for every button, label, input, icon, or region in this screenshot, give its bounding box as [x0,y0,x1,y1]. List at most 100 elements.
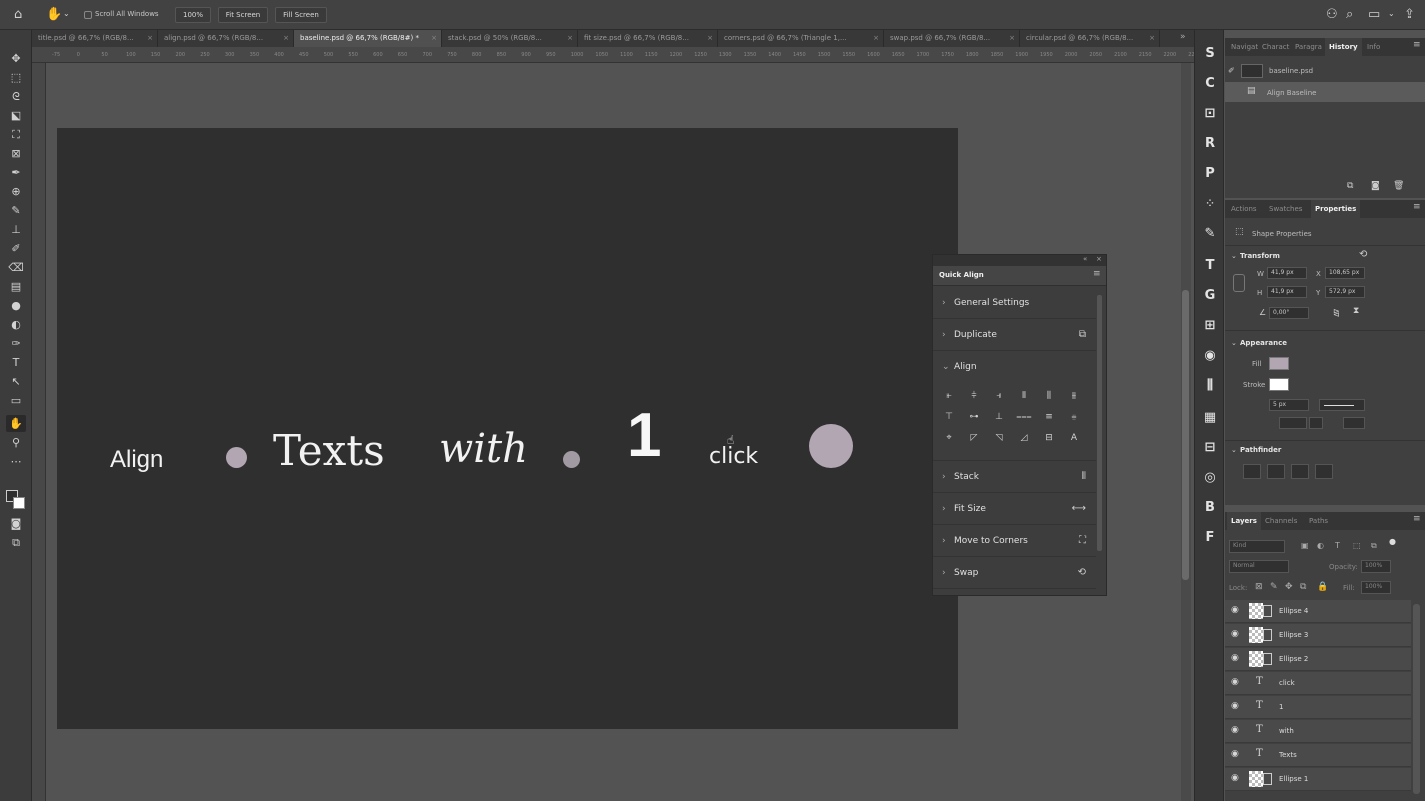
gradient-tool-icon[interactable]: ▤ [6,278,26,295]
layer-name[interactable]: Ellipse 2 [1279,655,1308,663]
align-middle-v-icon[interactable]: ⊶ [966,410,982,424]
eraser-tool-icon[interactable]: ⌫ [6,259,26,276]
tab-swatches[interactable]: Swatches [1269,200,1302,218]
panel-scrollbar[interactable] [1097,295,1102,551]
eye-icon[interactable]: ◉ [1231,653,1239,663]
tab-align[interactable]: align.psd @ 66,7% (RGB/8... × [158,30,294,47]
close-icon[interactable]: × [283,30,289,47]
extension-b-icon[interactable]: B [1200,498,1220,518]
eye-icon[interactable]: ◉ [1231,677,1239,687]
pathfinder-intersect-button[interactable] [1291,464,1309,479]
layer-name[interactable]: Texts [1279,751,1297,759]
zoom-tool-icon[interactable]: ⚲ [6,434,26,451]
opacity-field[interactable]: 100% [1361,560,1391,573]
tab-swap[interactable]: swap.psd @ 66,7% (RGB/8... × [884,30,1020,47]
close-icon[interactable]: × [707,30,713,47]
layer-row[interactable]: ◉ T 1 [1225,696,1411,719]
move-tool-icon[interactable]: ✥ [6,50,26,67]
close-icon[interactable]: × [873,30,879,47]
section-swap[interactable]: › Swap ⟲ [933,557,1096,589]
extension-toggle-icon[interactable]: ◉ [1200,346,1220,366]
corners-icon[interactable]: ⛶ [1079,525,1086,557]
chevron-down-icon[interactable]: ⌄ [1231,252,1237,260]
link-dimensions-icon[interactable] [1233,274,1245,292]
eyedropper-tool-icon[interactable]: ✒ [6,164,26,181]
ellipse-1[interactable] [226,447,247,468]
pathfinder-exclude-button[interactable] [1315,464,1333,479]
canvas-text-with[interactable]: with [439,426,528,472]
chevron-down-icon[interactable]: ⌄ [63,10,70,18]
blur-tool-icon[interactable]: ● [6,297,26,314]
reset-transform-icon[interactable]: ⟲ [1359,249,1367,260]
stamp-tool-icon[interactable]: ⊥ [6,221,26,238]
tab-paths[interactable]: Paths [1309,512,1328,530]
tab-actions[interactable]: Actions [1231,200,1257,218]
tab-navigator[interactable]: Navigat [1231,38,1258,56]
y-field[interactable]: 572,9 px [1325,286,1365,298]
filter-pixel-icon[interactable]: ▣ [1301,541,1309,550]
extension-g-icon[interactable]: G [1200,286,1220,306]
tab-history[interactable]: History [1325,38,1362,56]
layer-row[interactable]: ◉ T Texts [1225,744,1411,767]
history-brush-tool-icon[interactable]: ✐ [6,240,26,257]
object-select-tool-icon[interactable]: ⬕ [6,107,26,124]
fill-screen-button[interactable]: Fill Screen [275,7,327,23]
pen-tool-icon[interactable]: ✑ [6,335,26,352]
extension-s-icon[interactable]: S [1200,44,1220,64]
fit-size-icon[interactable]: ⟷ [1072,493,1086,525]
extension-r-icon[interactable]: R [1200,134,1220,154]
x-field[interactable]: 108,65 px [1325,267,1365,279]
panel-menu-icon[interactable]: ≡ [1093,269,1101,279]
layer-name[interactable]: click [1279,679,1295,687]
align-center-both-icon[interactable]: ⌖ [941,431,957,445]
tab-layers[interactable]: Layers [1227,512,1261,530]
section-duplicate[interactable]: › Duplicate ⧉ [933,319,1096,351]
chevron-down-icon[interactable]: ⌄ [1231,446,1237,454]
stroke-style-select[interactable] [1319,399,1365,411]
align-baseline-icon[interactable]: A [1066,431,1082,445]
close-icon[interactable]: × [1096,255,1102,263]
angle-field[interactable]: 0,00° [1269,307,1309,319]
align-bottom-right-icon[interactable]: ◿ [1016,431,1032,445]
distribute-left-icon[interactable]: ⫴ [1016,389,1032,403]
layer-name[interactable]: Ellipse 3 [1279,631,1308,639]
filter-adjustment-icon[interactable]: ◐ [1317,541,1324,550]
layer-row[interactable]: ◉ Ellipse 1 [1225,768,1411,791]
share-icon[interactable]: ⚇ [1326,8,1338,21]
lock-position-icon[interactable]: ✥ [1285,582,1293,592]
distribute-spacing-icon[interactable]: ⊟ [1041,431,1057,445]
eye-icon[interactable]: ◉ [1231,701,1239,711]
layer-row[interactable]: ◉ Ellipse 4 [1225,600,1411,623]
layer-row[interactable]: ◉ Ellipse 3 [1225,624,1411,647]
distribute-right-icon[interactable]: ⫵ [1066,389,1082,403]
layer-name[interactable]: Ellipse 1 [1279,775,1308,783]
section-fit-size[interactable]: › Fit Size ⟷ [933,493,1096,525]
brush-tool-icon[interactable]: ✎ [6,202,26,219]
layer-row[interactable]: ◉ T click [1225,672,1411,695]
workspace-chevron-icon[interactable]: ⌄ [1388,10,1395,18]
stroke-align-select[interactable] [1279,417,1307,429]
align-right-icon[interactable]: ⫣ [991,389,1007,403]
flip-vertical-icon[interactable]: ⧗ [1353,306,1359,316]
tab-info[interactable]: Info [1367,38,1380,56]
eye-icon[interactable]: ◉ [1231,725,1239,735]
frame-tool-icon[interactable]: ⊠ [6,145,26,162]
extension-p-icon[interactable]: P [1200,164,1220,184]
stack-icon[interactable]: ⦀ [1082,461,1086,493]
scrollbar-thumb[interactable] [1182,290,1189,580]
screen-mode-icon[interactable]: ⧉ [6,534,26,551]
stroke-cap-select[interactable] [1309,417,1323,429]
dodge-tool-icon[interactable]: ◐ [6,316,26,333]
align-bottom-icon[interactable]: ⊥ [991,410,1007,424]
tab-stack[interactable]: stack.psd @ 50% (RGB/8... × [442,30,578,47]
tab-corners[interactable]: corners.psd @ 66,7% (Triangle 1,... × [718,30,884,47]
tab-paragraph[interactable]: Paragra [1295,38,1322,56]
distribute-top-icon[interactable]: ⩶ [1016,410,1032,424]
chevron-down-icon[interactable]: ⌄ [1231,339,1237,347]
section-general-settings[interactable]: › General Settings [933,287,1096,319]
type-tool-icon[interactable]: T [6,354,26,371]
canvas-text-click[interactable]: click [709,444,758,469]
distribute-middle-v-icon[interactable]: ≡ [1041,410,1057,424]
close-icon[interactable]: × [1009,30,1015,47]
lock-transparent-icon[interactable]: ⊠ [1255,582,1263,592]
